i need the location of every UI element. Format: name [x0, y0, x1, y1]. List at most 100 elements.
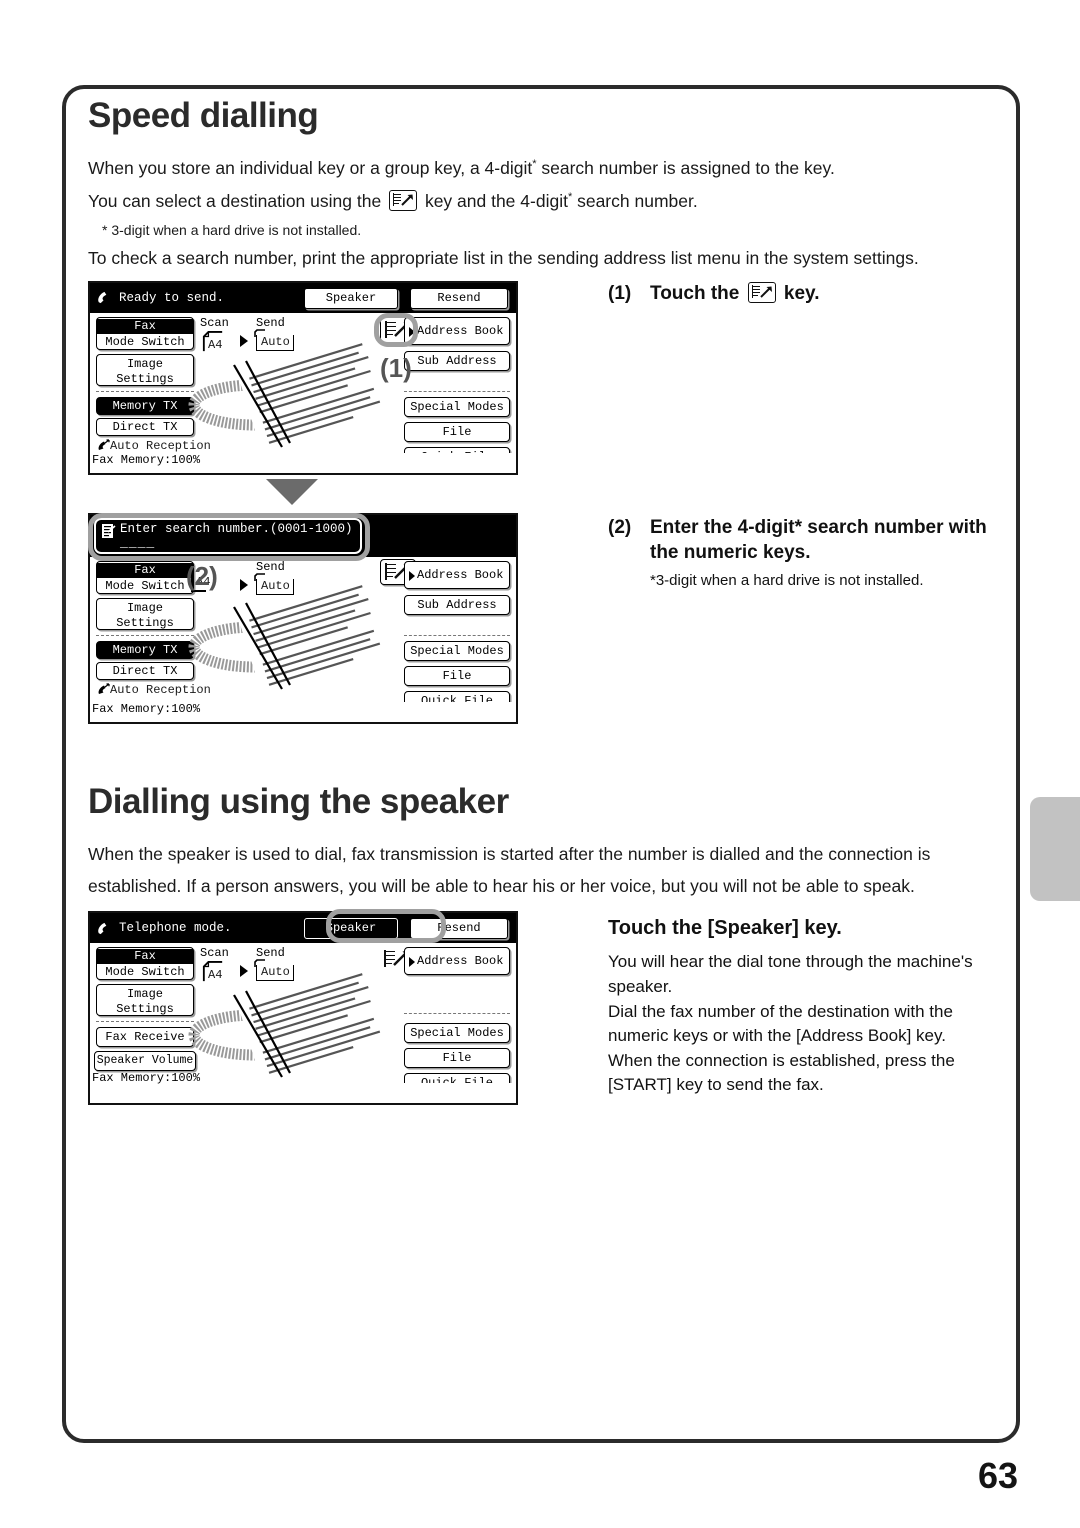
lcd2-search-entry-field[interactable]: Enter search number.(0001-1000) ____	[94, 517, 362, 554]
lcd1-status-text: Ready to send.	[119, 290, 225, 305]
lcd3-header: Telephone mode. Speaker Resend	[90, 913, 516, 944]
section-title-dialling-speaker: Dialling using the speaker	[88, 781, 509, 821]
intro-paragraph-3: To check a search number, print the appr…	[88, 247, 919, 268]
lcd3-speaker-volume-button[interactable]: Speaker Volume	[94, 1051, 196, 1072]
lcd1-sub-address-button[interactable]: Sub Address	[404, 350, 510, 371]
lcd2-fax-memory: Fax Memory:100%	[92, 701, 201, 716]
handset-icon	[98, 291, 107, 304]
lcd1-file-button[interactable]: File	[404, 421, 510, 442]
lcd3-addrbook-label: Address Book	[417, 954, 504, 969]
lcd2-body: Fax Mode Switch Image Settings Memory TX…	[90, 556, 516, 711]
lcd3-mode-switch-label: Mode Switch	[105, 965, 185, 980]
speaker-instruction-title: Touch the [Speaker] key.	[608, 917, 842, 940]
step-1-search-key-icon	[747, 281, 776, 303]
step-1-text: Touch the key.	[650, 281, 820, 307]
speaker-line-5: When the connection is established, pres…	[608, 1050, 955, 1070]
lcd2-entry-value: ____	[120, 534, 156, 550]
lcd3-handset-icon	[98, 922, 107, 934]
lcd1-image-settings-button[interactable]: Image Settings	[96, 353, 194, 386]
step-1-number: (1)	[608, 282, 632, 304]
lcd3-fax-receive-button[interactable]: Fax Receive	[96, 1027, 194, 1048]
lcd2-auto-reception-icon	[98, 682, 110, 694]
lcd3-left-divider	[96, 1021, 194, 1023]
lcd3-mode-current: Fax	[97, 949, 193, 965]
lcd2-file-button[interactable]: File	[404, 665, 510, 686]
lcd2-fax-artwork	[188, 584, 395, 697]
lcd1-image-l2: Settings	[116, 371, 174, 386]
lcd1-body: Fax Mode Switch Image Settings Memory TX…	[90, 312, 516, 467]
lcd2-entry-prompt: Enter search number.(0001-1000)	[120, 521, 353, 536]
lcd3-fax-artwork	[188, 973, 395, 1084]
flow-down-arrow	[266, 478, 318, 505]
lcd3-special-modes-button[interactable]: Special Modes	[404, 1023, 510, 1044]
lcd2-sub-address-button[interactable]: Sub Address	[404, 594, 510, 615]
lcd2-image-l1: Image	[126, 600, 163, 615]
lcd2-image-settings-button[interactable]: Image Settings	[96, 597, 194, 630]
lcd1-resend-button[interactable]: Resend	[410, 287, 508, 309]
speaker-line-6: [START] key to send the fax.	[608, 1075, 824, 1095]
step-1-pre: Touch the	[650, 282, 740, 304]
step-1-line: (1) Touch the key.	[608, 281, 1008, 307]
intro-p2-tail: search number.	[572, 190, 698, 211]
lcd3-status-text: Telephone mode.	[119, 921, 232, 936]
lcd2-addrbook-arrow	[409, 570, 415, 581]
lcd1-direct-tx-button[interactable]: Direct TX	[96, 417, 194, 436]
speaker-line-4: numeric keys or with the [Address Book] …	[608, 1026, 946, 1046]
lcd3-image-settings-button[interactable]: Image Settings	[96, 984, 194, 1017]
lcd3-addrbook-arrow	[409, 957, 415, 968]
speaker-instruction-lines: You will hear the dial tone through the …	[608, 950, 1008, 1098]
lcd3-send-label: Send	[256, 946, 285, 961]
lcd2-address-book-button[interactable]: Address Book	[404, 560, 510, 589]
speaker-line-3: Dial the fax number of the destination w…	[608, 1001, 953, 1021]
manual-page: 63 Speed dialling When you store an indi…	[0, 0, 1080, 1528]
lcd2-special-modes-button[interactable]: Special Modes	[404, 640, 510, 661]
search-number-key-icon	[389, 189, 418, 211]
lcd2-header: Enter search number.(0001-1000) ____	[90, 514, 516, 557]
lcd3-file-button[interactable]: File	[404, 1048, 510, 1069]
lcd1-mode-switch-button[interactable]: Fax Mode Switch	[96, 316, 194, 350]
lcd2-mode-current: Fax	[97, 562, 193, 578]
step-2-note: *3-digit when a hard drive is not instal…	[650, 571, 924, 589]
lcd3-address-book-button[interactable]: Address Book	[404, 947, 510, 976]
lcd1-left-divider	[96, 390, 194, 392]
lcd2-direct-tx-button[interactable]: Direct TX	[96, 661, 194, 680]
lcd3-body: Fax Mode Switch Image Settings Fax Recei…	[90, 943, 516, 1094]
lcd1-mode-current: Fax	[97, 318, 193, 334]
intro-p2-mid: key and the 4-digit	[424, 190, 568, 211]
step-1-block: (1) Touch the key.	[608, 281, 1008, 307]
lcd1-right-divider	[404, 390, 510, 392]
lcd2-right-divider	[404, 634, 510, 636]
lcd2-mode-switch-label: Mode Switch	[105, 578, 185, 593]
auto-reception-icon	[98, 438, 110, 450]
lcd-panel-telephone-mode: Telephone mode. Speaker Resend Fax Mode …	[88, 911, 518, 1106]
lcd1-address-book-button[interactable]: Address Book	[404, 316, 510, 345]
step-2-block: (2) Enter the 4-digit* search number wit…	[608, 515, 1018, 589]
lcd1-scan-label: Scan	[200, 315, 229, 330]
lcd3-mode-switch-button[interactable]: Fax Mode Switch	[96, 947, 194, 981]
page-number: 63	[977, 1455, 1018, 1496]
lcd3-right-divider	[404, 1013, 510, 1015]
step1-arrow-glyph	[759, 286, 772, 298]
lcd3-resend-button[interactable]: Resend	[410, 918, 508, 940]
step-2-number: (2)	[608, 516, 632, 538]
speaker-line-1: You will hear the dial tone through the …	[608, 952, 973, 972]
lcd1-addrbook-label: Address Book	[417, 323, 504, 338]
lcd1-image-l1: Image	[126, 356, 163, 371]
step-2-line: (2) Enter the 4-digit* search number wit…	[608, 515, 1018, 566]
lcd1-special-modes-button[interactable]: Special Modes	[404, 396, 510, 417]
lcd2-left-divider	[96, 634, 194, 636]
intro-p1-tail: search number is assigned to the key.	[536, 158, 835, 178]
lcd1-speaker-button[interactable]: Speaker	[304, 287, 398, 309]
chapter-edge-tab	[1030, 797, 1080, 901]
lcd2-memory-tx-button[interactable]: Memory TX	[96, 640, 194, 659]
lcd1-callout-number: (1)	[380, 352, 412, 383]
section-title-speed-dialling: Speed dialling	[88, 96, 319, 135]
page-content: Speed dialling When you store an individ…	[88, 96, 998, 1111]
intro-paragraph-1: When you store an individual key or a gr…	[88, 156, 998, 181]
lcd3-speaker-button[interactable]: Speaker	[304, 918, 398, 940]
lcd1-memory-tx-button[interactable]: Memory TX	[96, 396, 194, 415]
speaker-line-2: speaker.	[608, 976, 673, 996]
lcd2-mode-switch-button[interactable]: Fax Mode Switch	[96, 560, 194, 594]
lcd1-fax-memory: Fax Memory:100%	[92, 452, 201, 467]
lcd2-send-label: Send	[256, 559, 285, 574]
